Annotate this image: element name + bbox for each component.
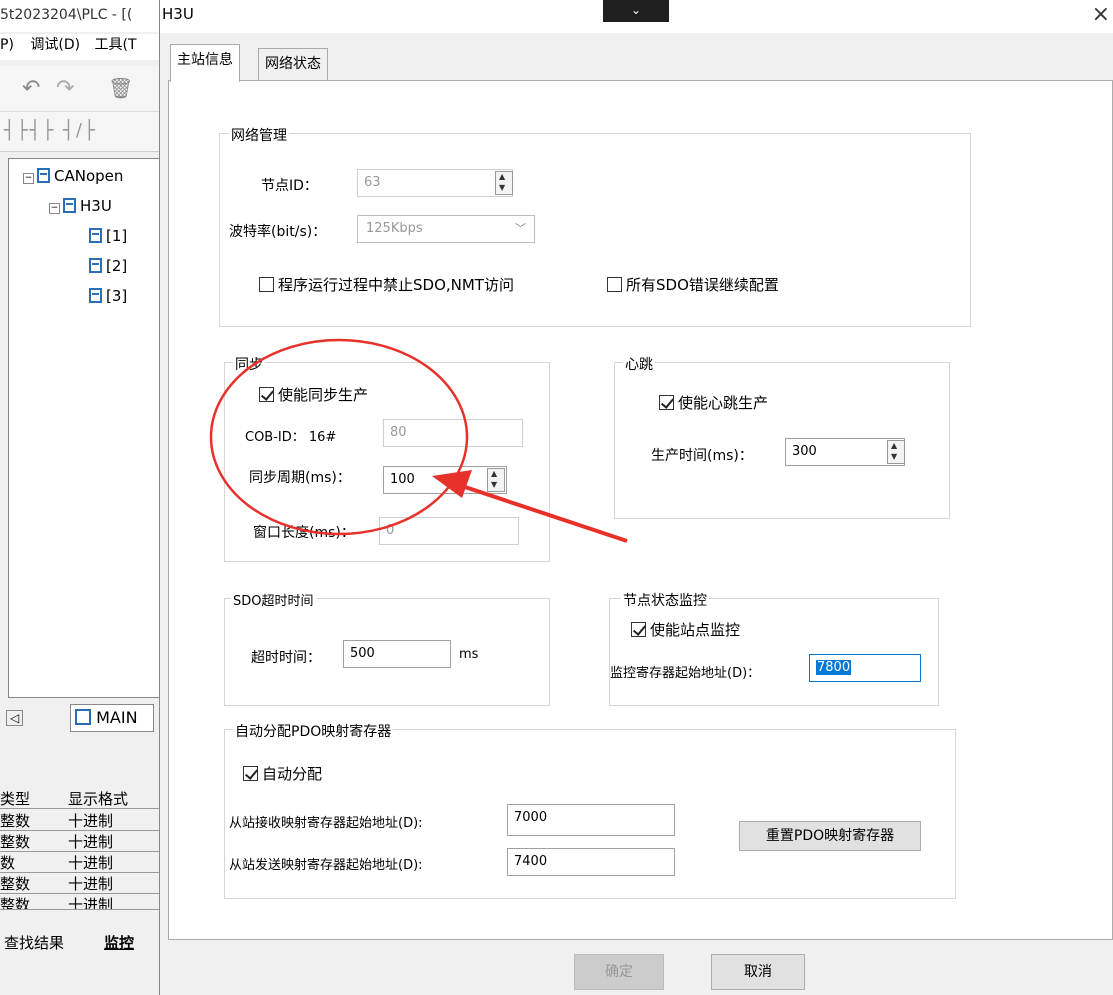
document-icon <box>63 198 76 213</box>
group-title: 网络管理 <box>229 125 289 145</box>
document-icon <box>89 228 102 243</box>
auto-assign-checkbox[interactable]: 自动分配 <box>243 763 322 784</box>
tree-item-slave-1[interactable]: [1] <box>89 227 127 245</box>
ladder-toolbar: ┤├┤├ ┤/├ <box>0 112 160 152</box>
cancel-button[interactable]: 取消 <box>711 954 805 990</box>
dialog-titlebar: H3U ⌄ × <box>160 0 1113 33</box>
group-network-management <box>219 133 971 327</box>
window-length-label: 窗口长度(ms)： <box>253 525 355 541</box>
sync-period-spinner[interactable] <box>487 468 505 492</box>
menu-item-debug[interactable]: 调试(D) <box>30 37 80 53</box>
table-row[interactable]: 整数 十进制 <box>0 894 160 910</box>
app-title: 5t2023204\PLC - [( <box>0 0 160 32</box>
collapse-icon[interactable]: − <box>23 173 34 184</box>
table-row[interactable]: 整数 十进制 <box>0 873 160 894</box>
collapse-icon[interactable]: − <box>49 203 60 214</box>
group-title: 自动分配PDO映射寄存器 <box>233 721 394 741</box>
monitor-address-input[interactable]: 7800 <box>809 654 921 682</box>
tx-address-label: 从站发送映射寄存器起始地址(D): <box>229 858 423 873</box>
background-app-window: 5t2023204\PLC - [( P) 调试(D) 工具(T ↶ ↷ 🗑 ┤… <box>0 0 160 995</box>
project-tree: − CANopen − H3U [1] [2] [3] <box>8 158 160 698</box>
undo-icon[interactable]: ↶ <box>22 76 40 101</box>
h3u-config-dialog: H3U ⌄ × 主站信息 网络状态 网络管理 节点ID： 63 波特率(bit/… <box>159 0 1113 995</box>
group-title: 节点状态监控 <box>621 590 709 610</box>
group-title: SDO超时时间 <box>231 590 316 609</box>
app-menubar: P) 调试(D) 工具(T <box>0 34 160 60</box>
node-id-spinner[interactable] <box>495 171 513 195</box>
sync-period-label: 同步周期(ms)： <box>249 470 351 486</box>
rx-address-label: 从站接收映射寄存器起始地址(D): <box>229 816 423 831</box>
delete-icon[interactable]: 🗑 <box>108 76 133 100</box>
ladder-contacts-icon[interactable]: ┤├┤├ ┤/├ <box>4 120 97 141</box>
table-row[interactable]: 整数 十进制 <box>0 810 160 831</box>
checkbox-checked-icon <box>259 387 274 402</box>
checkbox-checked-icon <box>631 622 646 637</box>
tab-main[interactable]: MAIN <box>70 704 154 732</box>
rx-address-input[interactable]: 7000 <box>507 804 675 836</box>
monitor-grid-header: 类型 显示格式 <box>0 788 160 809</box>
ladder-file-icon <box>75 709 91 725</box>
tree-item-slave-2[interactable]: [2] <box>89 257 127 275</box>
tab-panel: 网络管理 节点ID： 63 波特率(bit/s)： 125Kbps﹀ 程序运行过… <box>168 80 1113 940</box>
checkbox-checked-icon <box>243 766 258 781</box>
group-node-monitor <box>609 598 939 706</box>
menu-item-p[interactable]: P) <box>0 37 18 53</box>
cobid-input[interactable]: 80 <box>383 419 523 447</box>
baud-select[interactable]: 125Kbps ﹀ <box>357 215 535 243</box>
group-title: 同步 <box>233 354 265 374</box>
checkbox-icon <box>607 277 622 292</box>
enable-node-monitor-checkbox[interactable]: 使能站点监控 <box>631 619 740 640</box>
monitor-address-label: 监控寄存器起始地址(D)： <box>610 666 761 681</box>
enable-heartbeat-checkbox[interactable]: 使能心跳生产 <box>659 392 768 413</box>
chevron-down-icon: ﹀ <box>515 222 526 235</box>
cobid-label: COB-ID： 16# <box>245 430 337 445</box>
toolbar: ↶ ↷ 🗑 <box>0 66 160 112</box>
document-icon <box>89 258 102 273</box>
checkbox-icon <box>259 277 274 292</box>
reset-pdo-button[interactable]: 重置PDO映射寄存器 <box>739 821 921 851</box>
scroll-left-icon[interactable]: ◁ <box>6 710 24 726</box>
table-row[interactable]: 数十进制 <box>0 852 160 873</box>
heartbeat-time-spinner[interactable] <box>887 440 905 464</box>
bottom-tabs: 查找结果 监控 <box>0 930 160 956</box>
chevron-down-icon[interactable]: ⌄ <box>603 0 669 22</box>
tx-address-input[interactable]: 7400 <box>507 848 675 876</box>
tab-network-status[interactable]: 网络状态 <box>258 48 328 82</box>
tab-monitor[interactable]: 监控 <box>104 932 134 953</box>
continue-on-error-checkbox[interactable]: 所有SDO错误继续配置 <box>607 274 779 295</box>
tab-master-info[interactable]: 主站信息 <box>170 44 240 82</box>
sdo-timeout-input[interactable]: 500 <box>343 640 451 668</box>
menu-item-tools[interactable]: 工具(T <box>95 37 137 53</box>
checkbox-checked-icon <box>659 395 674 410</box>
group-title: 心跳 <box>623 354 655 374</box>
tree-item-slave-3[interactable]: [3] <box>89 287 127 305</box>
close-icon[interactable]: × <box>1092 2 1110 27</box>
disable-sdo-checkbox[interactable]: 程序运行过程中禁止SDO,NMT访问 <box>259 274 514 295</box>
enable-sync-checkbox[interactable]: 使能同步生产 <box>259 384 368 405</box>
document-icon <box>37 168 50 183</box>
table-row[interactable]: 整数 十进制 <box>0 831 160 852</box>
tree-item-canopen[interactable]: − CANopen <box>23 167 123 185</box>
ok-button[interactable]: 确定 <box>574 954 664 990</box>
node-id-label: 节点ID： <box>261 178 318 194</box>
document-icon <box>89 288 102 303</box>
editor-tabs: ◁ MAIN <box>0 700 160 736</box>
sdo-timeout-label: 超时时间： <box>251 650 321 666</box>
tree-item-h3u[interactable]: − H3U <box>49 197 112 215</box>
sdo-timeout-unit: ms <box>459 647 479 662</box>
baud-label: 波特率(bit/s)： <box>229 224 327 240</box>
heartbeat-time-label: 生产时间(ms)： <box>651 448 753 464</box>
node-id-input[interactable]: 63 <box>357 169 513 197</box>
dialog-title: H3U <box>162 5 194 23</box>
tab-find-results[interactable]: 查找结果 <box>4 932 64 953</box>
window-length-input[interactable]: 0 <box>379 517 519 545</box>
redo-icon[interactable]: ↷ <box>56 76 74 101</box>
